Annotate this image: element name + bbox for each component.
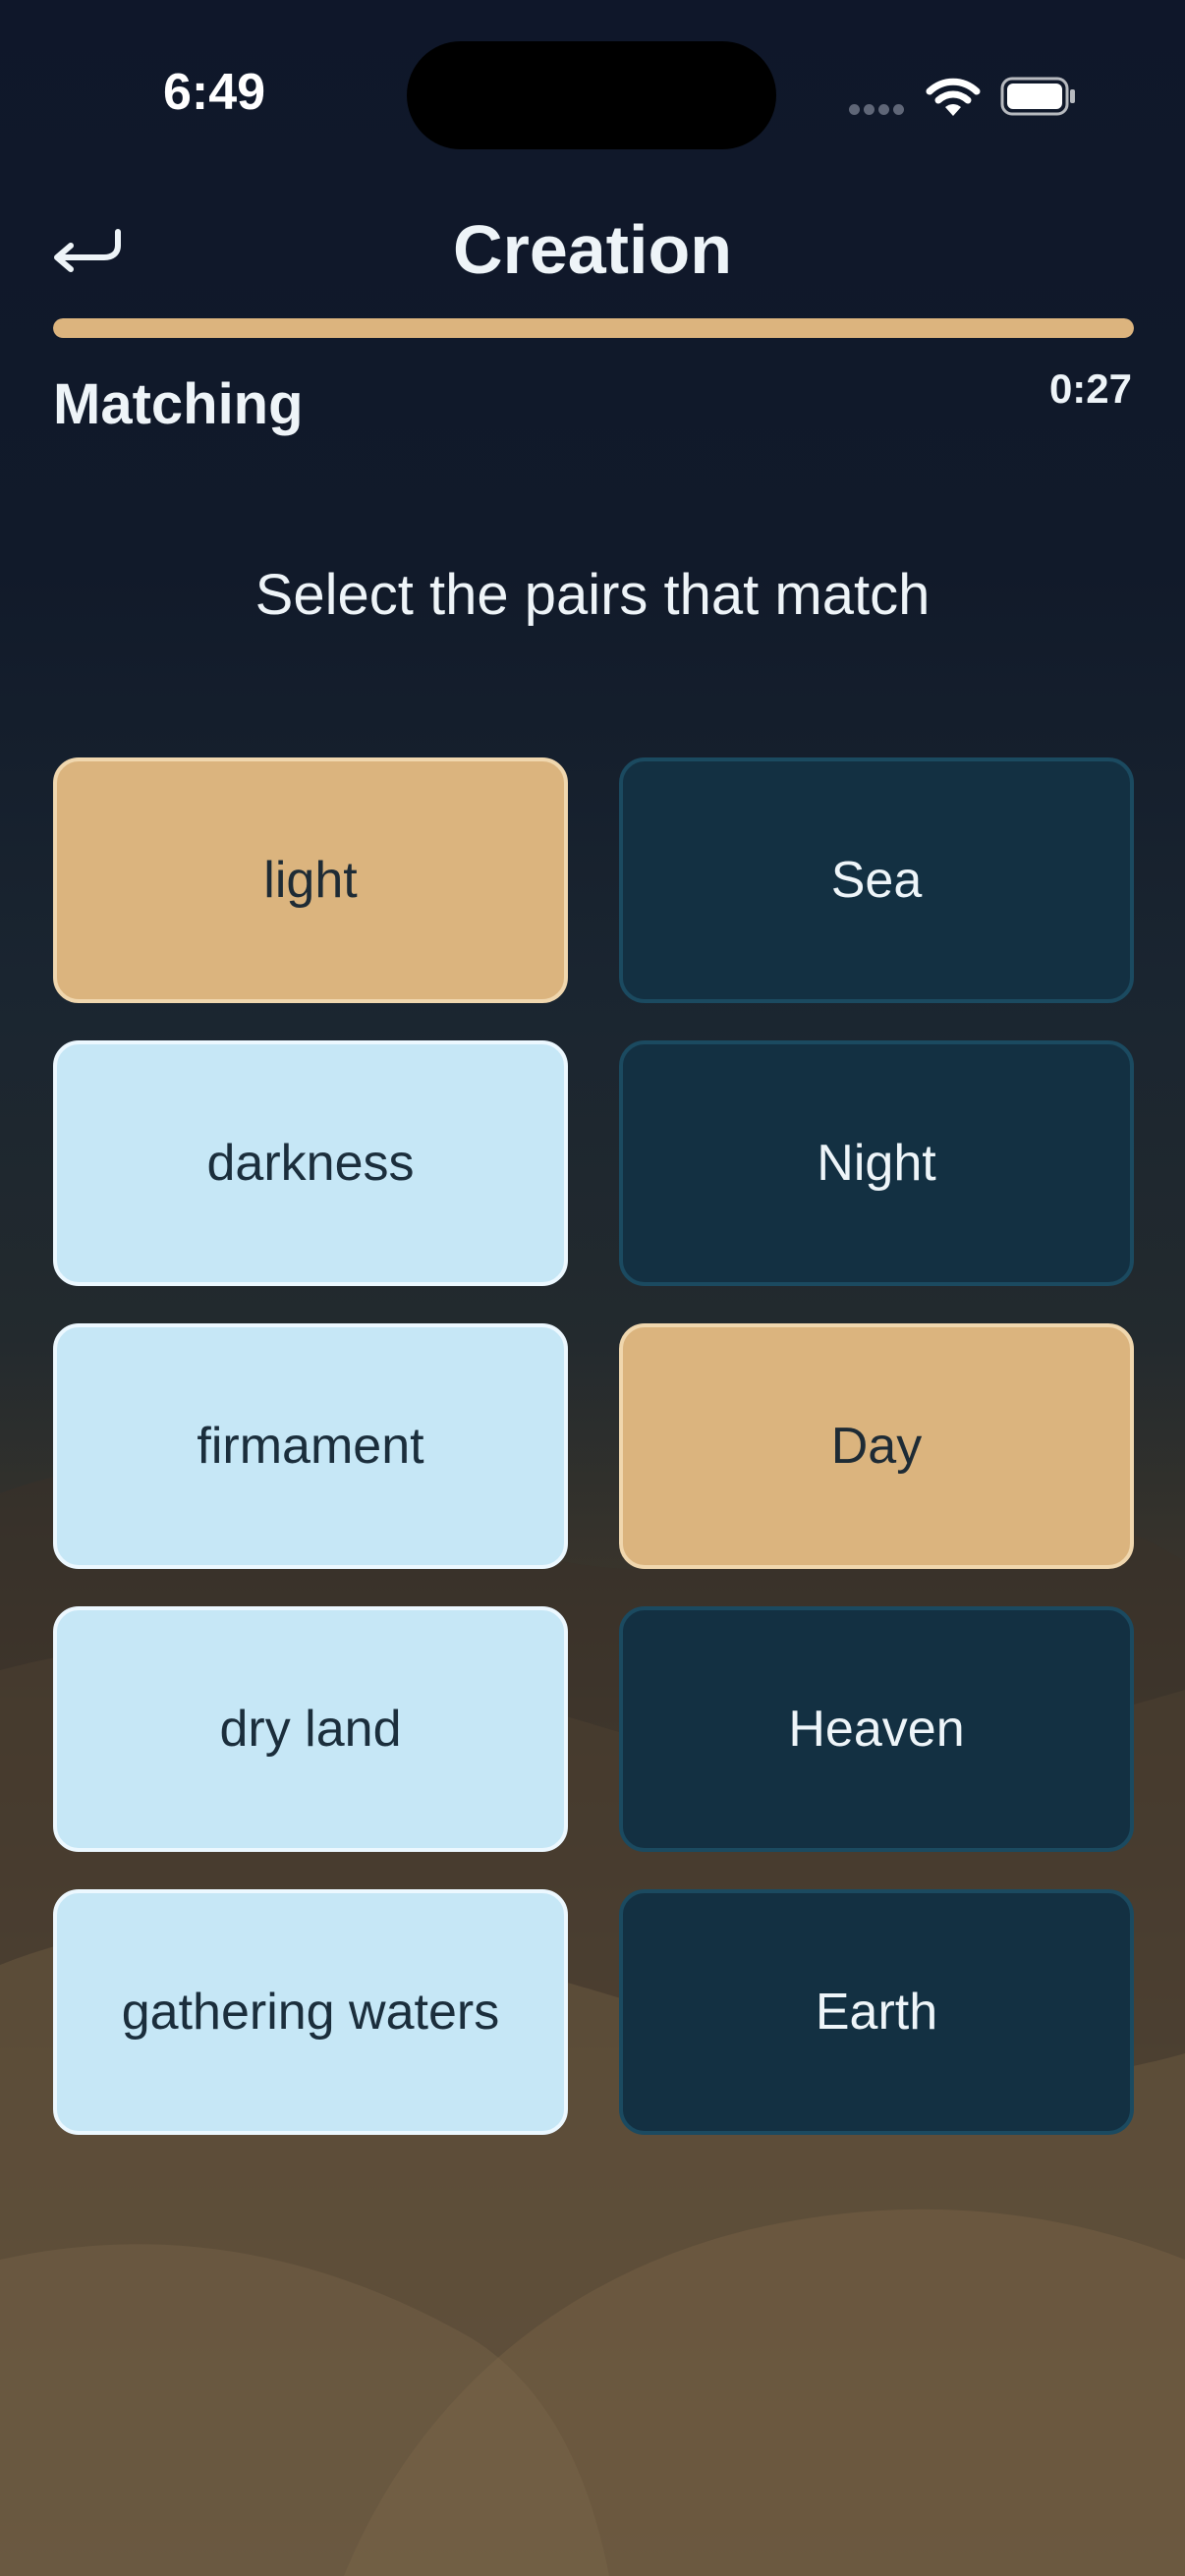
answer-tile[interactable]: Earth — [619, 1889, 1134, 2135]
match-grid: light Sea darkness Night firmament Day d… — [53, 757, 1134, 2135]
term-tile[interactable]: darkness — [53, 1040, 568, 1286]
cellular-signal-icon — [849, 102, 908, 116]
answer-tile[interactable]: Sea — [619, 757, 1134, 1003]
status-bar: 6:49 — [0, 0, 1185, 187]
mode-label: Matching — [53, 372, 304, 436]
wifi-icon — [926, 78, 981, 116]
term-tile[interactable]: firmament — [53, 1323, 568, 1569]
status-time: 6:49 — [163, 64, 266, 121]
term-tile[interactable]: gathering waters — [53, 1889, 568, 2135]
answer-tile[interactable]: Heaven — [619, 1606, 1134, 1852]
instruction-prompt: Select the pairs that match — [254, 563, 931, 627]
dynamic-island — [407, 41, 776, 149]
progress-fill — [53, 318, 1134, 338]
progress-bar — [53, 318, 1134, 338]
term-tile[interactable]: dry land — [53, 1606, 568, 1852]
answer-tile[interactable]: Day — [619, 1323, 1134, 1569]
answer-tile[interactable]: Night — [619, 1040, 1134, 1286]
header: Creation — [0, 196, 1185, 314]
timer: 0:27 — [1048, 365, 1132, 412]
battery-icon — [1000, 77, 1075, 116]
page-title: Creation — [453, 211, 732, 288]
term-tile[interactable]: light — [53, 757, 568, 1003]
